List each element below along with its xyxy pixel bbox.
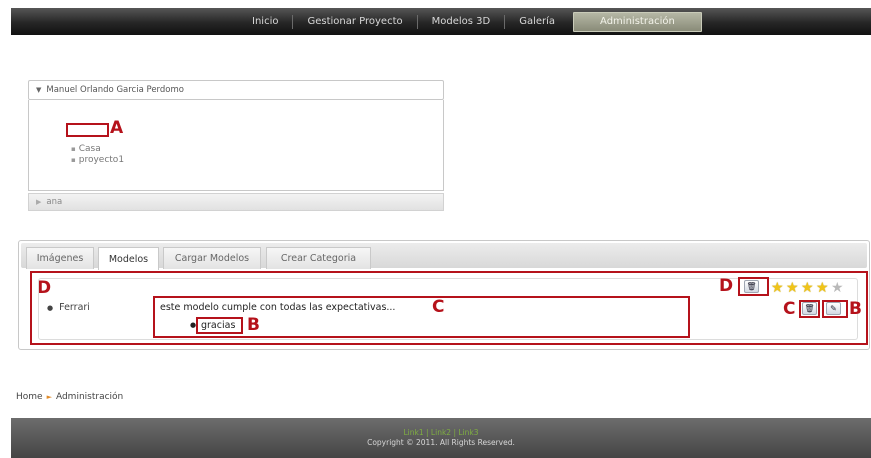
tab-crear-categoria[interactable]: Crear Categoria (266, 247, 371, 269)
top-navigation: Inicio Gestionar Proyecto Modelos 3D Gal… (11, 8, 871, 35)
triangle-right-icon: ▶ (36, 198, 42, 206)
accordion-header-user2[interactable]: ▶ ana (28, 193, 444, 211)
nav-administracion[interactable]: Administración (573, 11, 702, 32)
square-bullet-icon: ▪ (71, 156, 76, 164)
arrow-right-icon: ► (46, 393, 52, 401)
accordion-user2-label: ana (46, 197, 63, 207)
breadcrumb: Home ► Administración (16, 392, 123, 402)
annotation-label-a: A (110, 118, 124, 138)
model-name: Ferrari (59, 302, 90, 313)
delete-model-button[interactable]: 🗑 (744, 280, 759, 293)
annotation-label-d-right: D (719, 276, 734, 296)
star-4-icon[interactable]: ★ (816, 281, 830, 295)
comment-text: este modelo cumple con todas las expecta… (160, 302, 396, 313)
reply-text[interactable]: gracias (201, 320, 235, 331)
star-5-icon[interactable]: ★ (831, 281, 845, 295)
tree-item-proyecto1[interactable]: ▪ proyecto1 (71, 155, 124, 165)
accordion-user1-label: Manuel Orlando Garcia Perdomo (46, 85, 184, 95)
square-bullet-icon: ▪ (71, 145, 76, 153)
trash-icon: 🗑 (746, 282, 757, 291)
nav-inicio[interactable]: Inicio (238, 14, 294, 29)
tree-item-casa[interactable]: ▪ Casa (71, 144, 101, 154)
annotation-label-c-center: C (432, 297, 445, 317)
model-item[interactable]: ● Ferrari (47, 302, 90, 313)
list-bullet-icon: ● (47, 304, 54, 312)
breadcrumb-home-link[interactable]: Home (16, 392, 43, 402)
footer-copyright: Copyright © 2011. All Rights Reserved. (367, 438, 515, 447)
nav-modelos-3d[interactable]: Modelos 3D (418, 14, 506, 29)
reply-comment-button[interactable]: ✎ (826, 302, 841, 315)
footer-links[interactable]: Link1 | Link2 | Link3 (11, 418, 871, 437)
star-1-icon[interactable]: ★ (771, 281, 785, 295)
nav-galeria[interactable]: Galería (505, 15, 569, 29)
tab-cargar-modelos[interactable]: Cargar Modelos (163, 247, 261, 269)
delete-comment-button[interactable]: 🗑 (802, 302, 817, 315)
tab-modelos[interactable]: Modelos (98, 247, 159, 270)
accordion-header-user1[interactable]: ▼ Manuel Orlando Garcia Perdomo (28, 80, 444, 100)
tab-imagenes[interactable]: Imágenes (26, 247, 94, 269)
star-3-icon[interactable]: ★ (801, 281, 815, 295)
annotation-label-c-right: C (783, 299, 796, 319)
star-2-icon[interactable]: ★ (786, 281, 800, 295)
tree-item-casa-label: Casa (78, 144, 101, 154)
annotation-box-a (66, 123, 109, 137)
user-accordion: ▼ Manuel Orlando Garcia Perdomo ▪ Casa ▪ p… (28, 80, 444, 211)
tree-item-proyecto1-label: proyecto1 (78, 155, 125, 165)
annotation-label-b-center: B (247, 315, 260, 335)
page-footer: Link1 | Link2 | Link3 Copyright © 2011. … (11, 418, 871, 458)
trash-icon: 🗑 (804, 304, 815, 313)
annotation-label-b-right: B (849, 299, 862, 319)
breadcrumb-current: Administración (55, 392, 124, 402)
nav-menu: Inicio Gestionar Proyecto Modelos 3D Gal… (238, 8, 702, 35)
tabs-bar: Imágenes Modelos Cargar Modelos Crear Ca… (21, 243, 867, 270)
nav-gestionar-proyecto[interactable]: Gestionar Proyecto (293, 14, 418, 29)
triangle-down-icon: ▼ (36, 86, 42, 94)
accordion-body-user1: ▪ Casa ▪ proyecto1 (28, 100, 444, 191)
pencil-icon: ✎ (830, 304, 837, 313)
